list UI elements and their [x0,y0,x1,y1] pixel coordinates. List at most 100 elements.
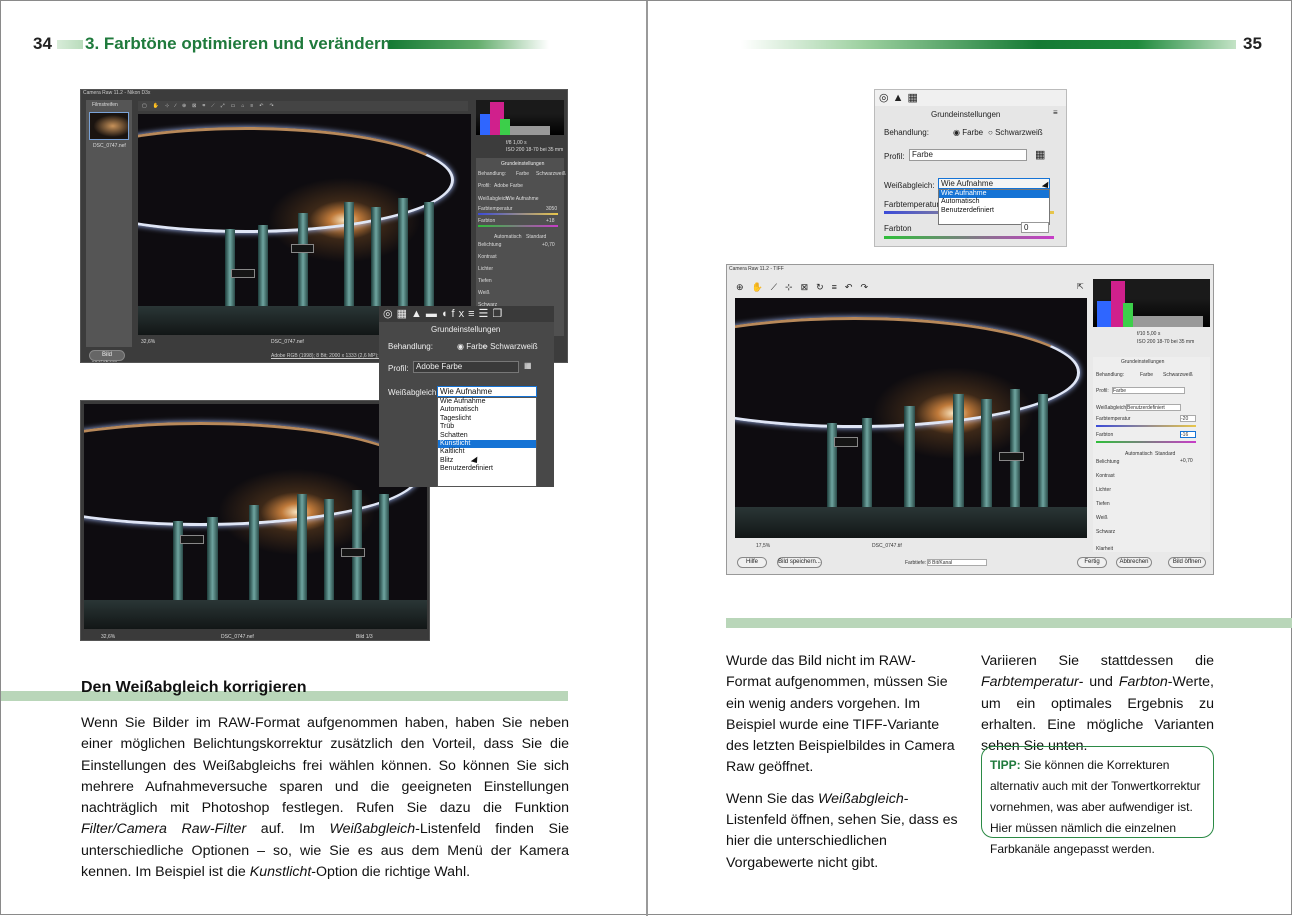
toolbar-right[interactable]: ⊕✋⟋⊹⊠↻≡↶↷ [736,282,876,293]
treatment-label-zoom: Behandlung: [388,342,433,351]
bw-radio-r[interactable]: Schwarzweiß [1163,372,1193,378]
file-name-right: DSC_0747.tif [872,543,902,549]
open-image-button[interactable]: Bild öffnen [1168,557,1206,568]
save-image-button[interactable]: Bild speichern... [89,350,125,362]
wb-label-zoom: Weißabgleich: [388,388,439,397]
save-image-button-right[interactable]: Bild speichern... [777,557,822,568]
panel-title: Grundeinstellungen [501,161,545,167]
tint-label-r: Farbton [1096,432,1114,438]
wb-select[interactable]: Wie Aufnahme [506,196,539,202]
panel-tabs: ◎▦▲▬◖fx≡☰❐ [379,306,554,322]
color-radio-right[interactable]: ◉ Farbe [953,128,983,137]
photo-right [735,298,1087,538]
profile-select[interactable]: Adobe Farbe [494,183,523,189]
profile-browser-icon-right[interactable]: ▦ [1035,148,1045,161]
done-button[interactable]: Fertig [1077,557,1107,568]
exposure-value-r[interactable]: +0,70 [1180,458,1193,464]
basic-panel-right: Grundeinstellungen Behandlung: Farbe Sch… [1093,357,1210,552]
zoom-level-2[interactable]: 32,6% [101,634,115,640]
panel-title-right-small: Grundeinstellungen [1121,359,1165,365]
wb-dropdown-list-right[interactable]: Wie Aufnahme Automatisch Benutzerdefiniert [938,189,1050,225]
panel-tab-icons-right[interactable]: ◎▲▦ [879,91,922,104]
profile-label-right: Profil: [884,152,905,161]
default-link[interactable]: Standard [526,234,546,240]
exposure-value[interactable]: +0,70 [542,242,555,248]
wb-option[interactable]: Wie Aufnahme [939,190,1049,199]
wb-select-zoom[interactable]: Wie Aufnahme [437,386,537,397]
histogram [476,100,564,135]
tint-field-r[interactable]: -16 [1180,431,1196,438]
highlights-label-r: Lichter [1096,487,1112,493]
auto-link-r[interactable]: Automatisch [1125,451,1153,457]
histogram-right [1093,279,1210,327]
wb-option[interactable]: Blitz [438,457,536,465]
tip-label: TIPP: [990,758,1021,772]
profile-select-r[interactable]: Farbe [1112,387,1185,394]
workflow-options[interactable]: Adobe RGB (1998); 8 Bit; 2000 x 1333 (2,… [271,353,396,359]
window-title-right: Camera Raw 11.2 - TIFF [729,266,784,272]
wb-label-r: Weißabgleich: [1096,405,1128,411]
default-link-r[interactable]: Standard [1155,451,1175,457]
shadows-label: Tiefen [478,278,492,284]
tint-label: Farbton [478,218,496,224]
tint-field-right[interactable]: 0 [1021,222,1049,233]
profile-select-right[interactable]: Farbe [909,149,1027,161]
header-bar-right [741,40,1236,49]
wb-option[interactable]: Trüb [438,423,536,431]
panel-tab-icons[interactable]: ◎▦▲▬◖fx≡☰❐ [383,307,506,320]
panel-tabs-right: ◎▲▦ [875,90,1066,106]
wb-select-r[interactable]: Benutzerdefiniert [1126,404,1181,411]
depth-select[interactable]: 8 Bit/Kanal [927,559,987,566]
wb-label: Weißabgleich: [478,196,510,202]
page-gutter [646,1,648,916]
bw-radio-right[interactable]: ○ Schwarzweiß [988,128,1043,137]
exposure-label: Belichtung [478,242,502,248]
pager[interactable]: Bild 1/3 [356,634,373,640]
wb-option[interactable]: Benutzerdefiniert [438,465,536,473]
depth-label: Farbtiefe: [905,560,927,566]
profile-browser-icon[interactable]: ▦ [524,361,532,370]
temp-value[interactable]: 3050 [546,206,557,212]
exposure-label-r: Belichtung [1096,459,1120,465]
color-radio-r[interactable]: Farbe [1140,372,1153,378]
wb-option[interactable]: Benutzerdefiniert [939,207,1049,215]
thumbnail-label: DSC_0747.nef [93,143,126,149]
wb-option[interactable]: Automatisch [438,406,536,414]
auto-link[interactable]: Automatisch [494,234,522,240]
profile-select-zoom[interactable]: Adobe Farbe [413,361,519,373]
temp-label-r: Farbtemperatur [1096,416,1131,422]
cancel-button[interactable]: Abbrechen [1116,557,1152,568]
wb-option[interactable]: Automatisch [939,198,1049,206]
treatment-label-right: Behandlung: [884,128,929,137]
fullscreen-icon[interactable]: ⇱ [1077,282,1084,291]
wb-dropdown-list[interactable]: Wie Aufnahme Automatisch Tageslicht Trüb Sch… [437,397,537,487]
clarity-label-r: Klarheit [1096,546,1113,552]
header-bar-left [389,40,549,49]
wb-option[interactable]: Schatten [438,432,536,440]
zoom-level[interactable]: 32,6% [141,339,155,345]
bw-radio[interactable]: Schwarzweiß [536,171,566,177]
tint-slider[interactable] [884,236,1054,239]
wb-option[interactable]: Tageslicht [438,415,536,423]
tip-box: TIPP: Sie können die Korrekturen alterna… [981,746,1214,856]
temp-label: Farbtemperatur [478,206,513,212]
thumbnail[interactable] [89,112,129,140]
panel-title-zoom: Grundeinstellungen [431,325,501,334]
right-col1-para2: Wenn Sie das Weißabgleich-Listenfeld öff… [726,790,958,871]
wb-select-right[interactable]: Wie Aufnahme [938,178,1050,189]
bw-radio-zoom[interactable]: ○ Schwarzweiß [483,342,538,351]
wb-option[interactable]: Kaltlicht [438,448,536,456]
exif-iso: ISO 200 18-70 bei 35 mm [506,147,564,153]
shadows-label-r: Tiefen [1096,501,1110,507]
zoom-level-right[interactable]: 17,5% [756,543,770,549]
temp-field-r[interactable]: -20 [1180,415,1196,422]
panel-menu-icon[interactable]: ≡ [1053,108,1058,117]
wb-option[interactable]: Kunstlicht [438,439,536,449]
right-column-1: Wurde das Bild nicht im RAW-Format aufge… [726,651,960,874]
help-button[interactable]: Hilfe [737,557,767,568]
wb-option[interactable]: Wie Aufnahme [438,398,536,406]
tint-label-right: Farbton [884,224,912,233]
panel-title-right: Grundeinstellungen [931,110,1001,119]
color-radio[interactable]: Farbe [516,171,529,177]
tint-value[interactable]: +18 [546,218,554,224]
